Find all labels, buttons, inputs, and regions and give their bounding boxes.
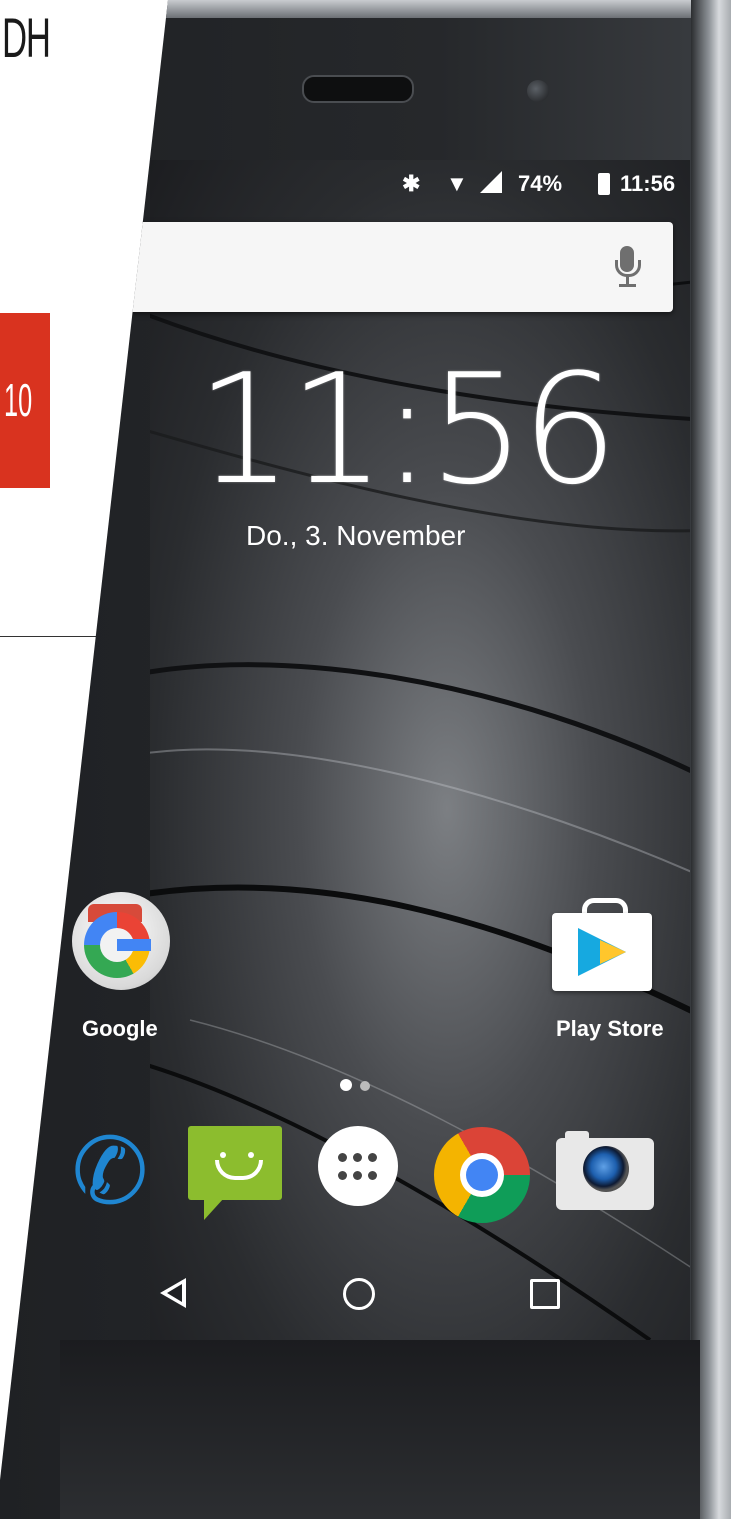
app-label-play-store[interactable]: Play Store — [556, 1016, 664, 1042]
battery-icon — [598, 173, 610, 195]
microphone-icon-foot — [619, 284, 636, 287]
status-time: 11:56 — [620, 171, 676, 196]
chrome-icon-core — [466, 1159, 498, 1191]
app-drawer-dot — [368, 1153, 377, 1162]
microphone-icon-base — [626, 276, 629, 284]
back-icon-inner — [167, 1284, 182, 1302]
bluetooth-icon: ✱ — [402, 171, 421, 196]
clock-widget-date[interactable]: Do., 3. November — [246, 520, 465, 552]
front-camera — [527, 80, 549, 102]
home-icon[interactable] — [343, 1278, 375, 1310]
microphone-icon-stand — [615, 260, 641, 277]
wifi-icon: ▼ — [446, 171, 468, 196]
app-drawer-dot — [338, 1153, 347, 1162]
phone-icon[interactable]: ✆ — [62, 1124, 158, 1220]
play-store-icon-triangle-yellow — [600, 940, 626, 964]
page-dot-active — [340, 1079, 352, 1091]
magazine-score-value: 10 — [4, 374, 33, 426]
phone-top-frame — [160, 0, 731, 18]
messaging-icon-eye — [248, 1152, 254, 1158]
page-dot — [360, 1081, 370, 1091]
app-drawer-dot — [353, 1171, 362, 1180]
signal-icon — [480, 171, 502, 193]
messaging-icon-tail — [204, 1198, 224, 1220]
magazine-heading-fragment: DH — [2, 6, 51, 69]
phone-side-frame — [691, 0, 731, 1519]
app-drawer-dot — [338, 1171, 347, 1180]
earpiece-speaker — [302, 75, 414, 103]
clock-widget-time[interactable]: 11:56 — [196, 350, 618, 510]
app-drawer-icon-dots — [335, 1150, 381, 1186]
app-label-google[interactable]: Google — [82, 1016, 158, 1042]
status-bar: ✱ ▼ 74% 11:56 — [150, 165, 690, 205]
app-drawer-dot — [353, 1153, 362, 1162]
google-search-bar[interactable] — [120, 222, 673, 312]
messaging-icon-eye — [220, 1152, 226, 1158]
camera-icon-lens — [583, 1146, 629, 1192]
magazine-score-badge: 10 — [0, 313, 50, 488]
google-g-logo-bar — [117, 939, 151, 951]
page-indicator — [340, 1078, 378, 1096]
phone-bottom-bezel — [60, 1340, 700, 1519]
battery-percent: 74% — [518, 171, 563, 196]
app-drawer-dot — [368, 1171, 377, 1180]
recents-icon[interactable] — [530, 1279, 560, 1309]
